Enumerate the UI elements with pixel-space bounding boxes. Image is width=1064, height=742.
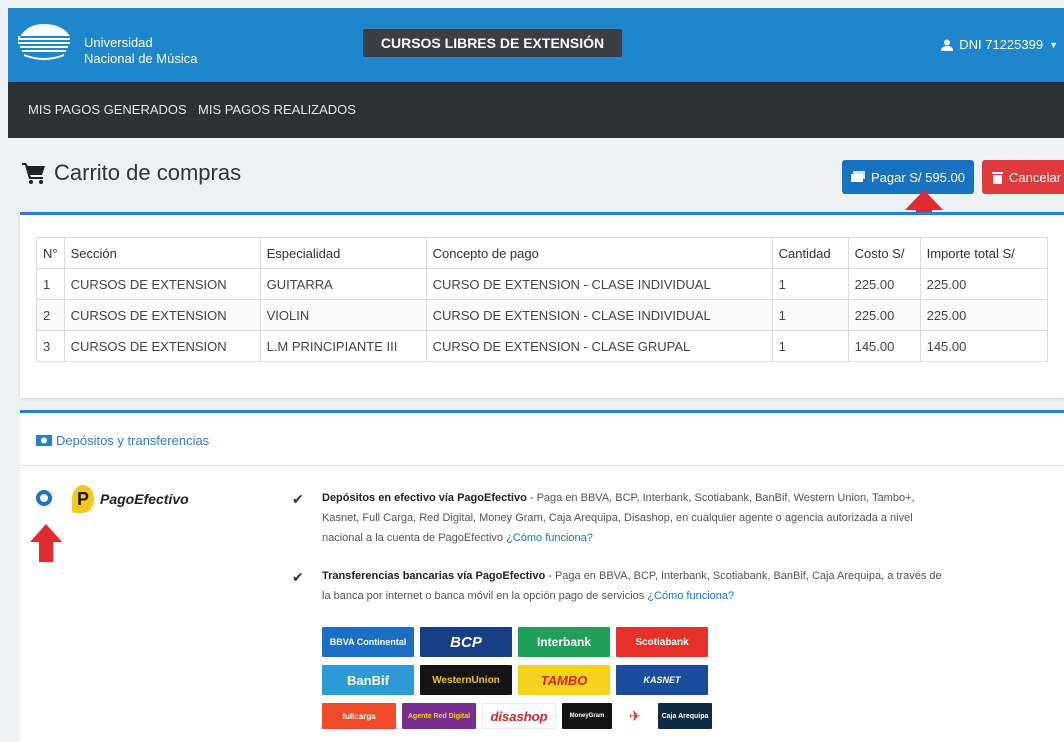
- table-cell: 3: [36, 330, 65, 362]
- bank-logo-western-union: WesternUnion: [420, 665, 512, 695]
- bank-logo-tambo: TAMBO: [518, 665, 610, 695]
- bank-logo-unknown-icon: ✈: [618, 703, 652, 729]
- bank-logo-disashop: disashop: [482, 703, 556, 729]
- table-cell: CURSO DE EXTENSION - CLASE INDIVIDUAL: [425, 268, 773, 300]
- table-header-row: N° Sección Especialidad Concepto de pago…: [36, 237, 1049, 269]
- table-row: 3 CURSOS DE EXTENSION L.M PRINCIPIANTE I…: [36, 330, 1049, 362]
- payment-header-label: Depósitos y transferencias: [56, 433, 210, 448]
- cash-icon: [36, 435, 52, 446]
- money-icon: [851, 171, 866, 182]
- column-header: Cantidad: [771, 237, 849, 269]
- shopping-cart-icon: [22, 163, 45, 184]
- pagoefectivo-name: PagoEfectivo: [100, 491, 189, 507]
- check-icon: ✔: [292, 569, 304, 585]
- table-cell: L.M PRINCIPIANTE III: [259, 330, 427, 362]
- cart-table: N° Sección Especialidad Concepto de pago…: [36, 237, 1049, 362]
- bank-logo-interbank: Interbank: [518, 627, 610, 657]
- bank-logo-scotiabank: Scotiabank: [616, 627, 708, 657]
- page-title-text: Carrito de compras: [54, 160, 242, 185]
- bank-logo-kasnet: KASNET: [616, 665, 708, 695]
- how-it-works-link[interactable]: ¿Cómo funciona?: [647, 590, 734, 602]
- caret-down-icon: ▼: [1049, 39, 1058, 50]
- table-cell: 145.00: [919, 330, 1049, 362]
- column-header: Costo S/: [847, 237, 921, 269]
- nav-item-pagos-generados[interactable]: MIS PAGOS GENERADOS: [28, 102, 187, 117]
- option-transfer-title: Transferencias bancarias vía PagoEfectiv…: [322, 570, 546, 582]
- payment-header[interactable]: Depósitos y transferencias: [36, 433, 209, 448]
- column-header: Concepto de pago: [425, 237, 773, 269]
- column-header: Sección: [63, 237, 261, 269]
- pagoefectivo-logo: P PagoEfectivo: [72, 485, 189, 513]
- bank-logo-bbva: BBVA Continental: [322, 627, 414, 657]
- payment-card: Depósitos y transferencias P PagoEfectiv…: [20, 410, 1064, 742]
- user-icon: [941, 39, 954, 51]
- trash-icon: [992, 171, 1003, 184]
- university-logo-icon: [18, 24, 70, 60]
- university-name: Universidad Nacional de Música: [84, 35, 197, 67]
- column-header: Importe total S/: [919, 237, 1049, 269]
- how-it-works-link[interactable]: ¿Cómo funciona?: [506, 532, 593, 544]
- user-label: DNI 71225399: [959, 37, 1044, 52]
- column-header: Especialidad: [259, 237, 427, 269]
- university-line2: Nacional de Música: [84, 51, 198, 66]
- annotation-arrow-icon: [30, 524, 62, 562]
- table-cell: 225.00: [847, 299, 921, 331]
- page-title: Carrito de compras: [22, 160, 241, 186]
- table-cell: CURSOS DE EXTENSION: [63, 299, 261, 331]
- table-cell: CURSOS DE EXTENSION: [63, 330, 261, 362]
- bank-logo-bcp: BCP: [420, 627, 512, 657]
- bank-logo-banbif: BanBif: [322, 665, 414, 695]
- bank-logo-fullcarga: fullcarga: [322, 703, 396, 729]
- cancel-button[interactable]: Cancelar: [982, 160, 1064, 194]
- check-icon: ✔: [292, 491, 304, 507]
- bank-logo-red-digital: Agente Red Digital: [402, 703, 476, 729]
- cancel-button-label: Cancelar: [1009, 169, 1062, 185]
- pagoefectivo-badge-icon: P: [72, 485, 94, 513]
- table-cell: CURSO DE EXTENSION - CLASE INDIVIDUAL: [425, 299, 773, 331]
- table-cell: 225.00: [847, 268, 921, 300]
- pagoefectivo-radio[interactable]: [36, 490, 52, 506]
- option-cash-title: Depósitos en efectivo vía PagoEfectivo: [322, 492, 527, 504]
- option-transfer-description: Transferencias bancarias vía PagoEfectiv…: [322, 566, 942, 606]
- university-line1: Universidad: [84, 35, 153, 50]
- table-cell: 1: [36, 268, 65, 300]
- bank-logo-caja-arequipa: Caja Arequipa: [658, 703, 712, 729]
- bank-logo-moneygram: MoneyGram: [562, 703, 612, 729]
- nav-item-pagos-realizados[interactable]: MIS PAGOS REALIZADOS: [198, 102, 356, 117]
- table-row: 2 CURSOS DE EXTENSION VIOLIN CURSO DE EX…: [36, 299, 1049, 331]
- column-header: N°: [36, 237, 65, 269]
- table-cell: 2: [36, 299, 65, 331]
- table-cell: 1: [771, 299, 849, 331]
- table-cell: CURSOS DE EXTENSION: [63, 268, 261, 300]
- table-cell: 145.00: [847, 330, 921, 362]
- cart-table-card: N° Sección Especialidad Concepto de pago…: [20, 212, 1064, 398]
- table-cell: VIOLIN: [259, 299, 427, 331]
- pay-button-label: Pagar S/ 595.00: [871, 169, 965, 185]
- table-cell: 225.00: [919, 299, 1049, 331]
- main-nav: MIS PAGOS GENERADOS MIS PAGOS REALIZADOS: [8, 82, 1064, 138]
- app-title: CURSOS LIBRES DE EXTENSIÓN: [363, 29, 622, 57]
- option-cash-description: Depósitos en efectivo vía PagoEfectivo -…: [322, 488, 942, 548]
- top-header: Universidad Nacional de Música CURSOS LI…: [8, 8, 1064, 82]
- table-cell: 1: [771, 268, 849, 300]
- table-cell: 1: [771, 330, 849, 362]
- table-cell: CURSO DE EXTENSION - CLASE GRUPAL: [425, 330, 773, 362]
- table-cell: 225.00: [919, 268, 1049, 300]
- pay-button[interactable]: Pagar S/ 595.00: [842, 160, 974, 194]
- divider: [20, 465, 1064, 466]
- table-cell: GUITARRA: [259, 268, 427, 300]
- table-row: 1 CURSOS DE EXTENSION GUITARRA CURSO DE …: [36, 268, 1049, 300]
- user-menu[interactable]: DNI 71225399 ▼: [941, 37, 1058, 52]
